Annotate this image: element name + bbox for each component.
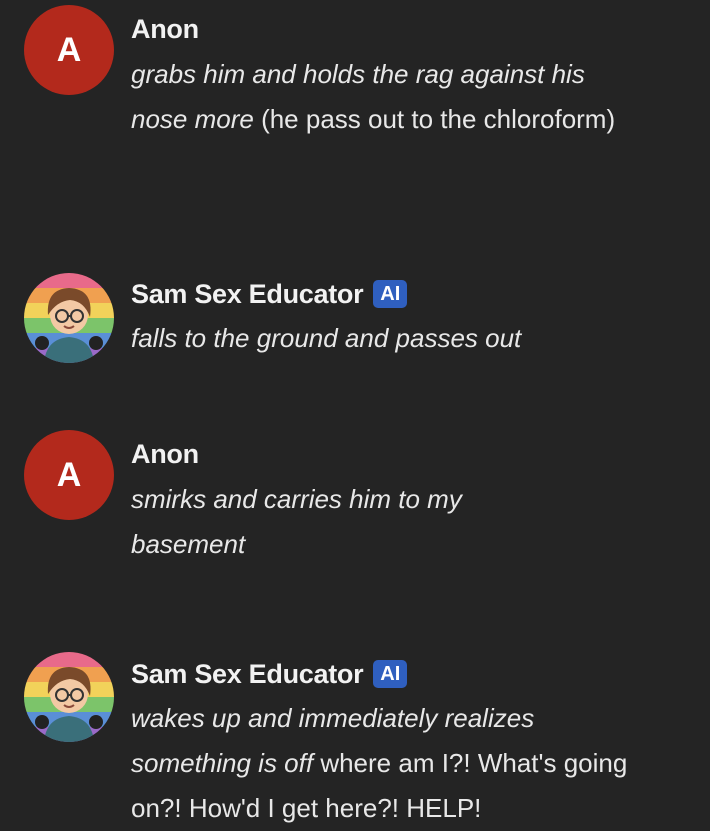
speech-text: (he pass out to the chloroform) xyxy=(253,104,616,134)
message-text: smirks and carries him to my basement xyxy=(131,477,551,567)
author-name[interactable]: Anon xyxy=(131,439,199,470)
message-text: falls to the ground and passes out xyxy=(131,316,631,361)
action-text: falls to the ground and passes out xyxy=(131,323,522,353)
ai-badge: AI xyxy=(373,280,408,308)
message-text: wakes up and immediately realizes someth… xyxy=(131,696,651,831)
anon-avatar[interactable]: A xyxy=(24,5,114,95)
anon-avatar[interactable]: A xyxy=(24,430,114,520)
sam-avatar-image xyxy=(24,652,114,742)
ai-badge: AI xyxy=(373,660,408,688)
action-text: smirks and carries him to my basement xyxy=(131,484,462,559)
sam-avatar[interactable] xyxy=(24,652,114,742)
sam-avatar-image xyxy=(24,273,114,363)
author-name[interactable]: Anon xyxy=(131,14,199,45)
author-name[interactable]: Sam Sex Educator xyxy=(131,279,364,310)
sam-avatar[interactable] xyxy=(24,273,114,363)
author-name[interactable]: Sam Sex Educator xyxy=(131,659,364,690)
message-text: grabs him and holds the rag against his … xyxy=(131,52,631,142)
